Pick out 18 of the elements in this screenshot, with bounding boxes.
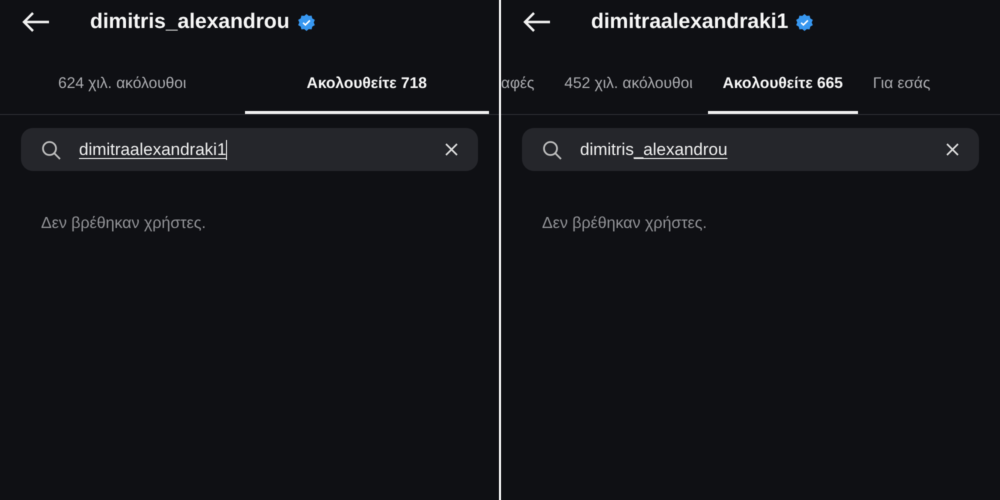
tab[interactable]: Για εσάς <box>858 44 946 114</box>
close-icon[interactable] <box>445 143 458 156</box>
close-icon[interactable] <box>946 143 959 156</box>
search-icon <box>542 140 562 160</box>
empty-results-message: Δεν βρέθηκαν χρήστες. <box>41 215 207 233</box>
search-icon <box>41 140 61 160</box>
tab[interactable]: Ακολουθείτε 718 <box>244 44 489 114</box>
tab[interactable]: αφές <box>501 44 550 114</box>
empty-results-message: Δεν βρέθηκαν χρήστες. <box>542 215 708 233</box>
back-arrow-icon[interactable] <box>523 12 551 32</box>
tab[interactable]: Ακολουθείτε 665 <box>708 44 858 114</box>
back-arrow-icon[interactable] <box>22 12 50 32</box>
tab[interactable]: 452 χιλ. ακόλουθοι <box>549 44 708 114</box>
search-field[interactable]: dimitris_alexandrou <box>522 128 979 171</box>
search-field[interactable]: dimitraalexandraki1 <box>21 128 478 171</box>
profile-username: dimitris_alexandrou <box>90 10 290 34</box>
tab[interactable]: 624 χιλ. ακόλουθοι <box>0 44 244 114</box>
profile-username: dimitraalexandraki1 <box>591 10 788 34</box>
